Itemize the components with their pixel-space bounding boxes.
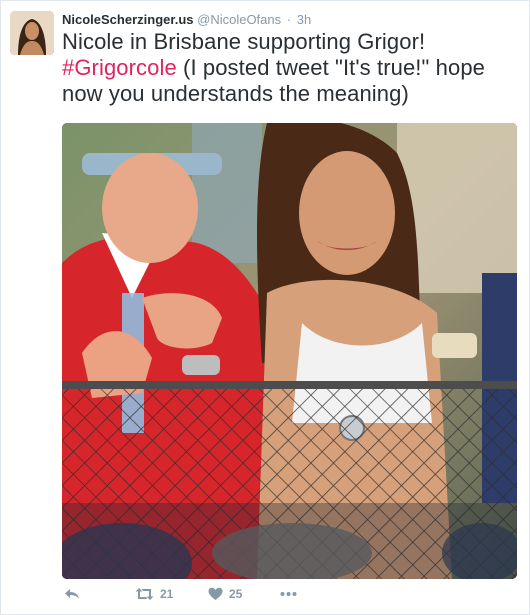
timestamp[interactable]: 3h <box>297 12 311 27</box>
tweet-actions: 21 25 <box>62 584 362 604</box>
like-count: 25 <box>229 587 243 601</box>
avatar[interactable] <box>10 11 54 55</box>
retweet-button[interactable]: 21 <box>135 584 173 604</box>
handle[interactable]: @NicoleOfans <box>197 12 281 27</box>
hashtag-link[interactable]: #Grigorcole <box>62 55 177 80</box>
tweet-card[interactable]: NicoleScherzinger.us @NicoleOfans · 3h N… <box>0 0 530 615</box>
like-button[interactable]: 25 <box>208 584 242 604</box>
heart-icon <box>208 587 223 601</box>
retweet-icon <box>135 587 154 601</box>
more-icon <box>280 591 297 597</box>
display-name[interactable]: NicoleScherzinger.us <box>62 12 194 27</box>
tweet-text: Nicole in Brisbane supporting Grigor! #Gr… <box>62 29 512 107</box>
reply-icon <box>64 587 80 601</box>
more-button[interactable] <box>280 584 297 604</box>
separator: · <box>286 12 292 27</box>
retweet-count: 21 <box>160 587 174 601</box>
tweet-photo[interactable] <box>62 123 517 579</box>
photo-illustration <box>62 123 517 579</box>
reply-button[interactable] <box>64 584 80 604</box>
avatar-image <box>10 11 54 55</box>
tweet-header: NicoleScherzinger.us @NicoleOfans · 3h <box>62 11 311 29</box>
tweet-text-part1: Nicole in Brisbane supporting Grigor! <box>62 29 426 54</box>
